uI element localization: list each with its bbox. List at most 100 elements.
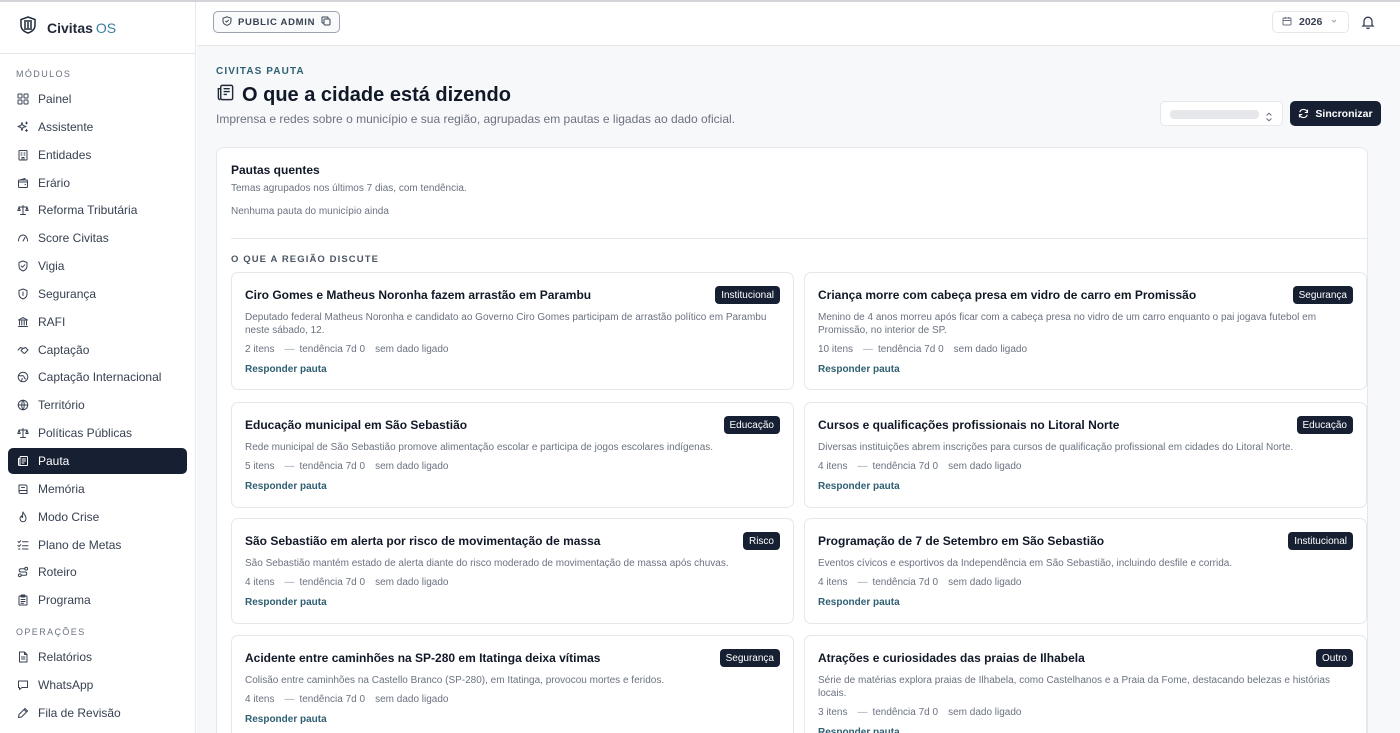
sidebar-item-relatorios[interactable]: Relatórios <box>8 644 187 670</box>
topic-card-title: Programação de 7 de Setembro em São Seba… <box>818 534 1105 548</box>
sidebar-item-seguranca[interactable]: Segurança <box>8 281 187 307</box>
route-icon <box>17 566 29 578</box>
handshake-icon <box>17 344 29 356</box>
newspaper-icon <box>17 455 29 467</box>
topic-data-link-status: sem dado ligado <box>375 344 449 355</box>
topic-card[interactable]: Programação de 7 de Setembro em São Seba… <box>804 518 1367 624</box>
topic-items-count: 4 itens <box>245 694 275 705</box>
pautas-panel: Pautas quentes Temas agrupados nos últim… <box>216 147 1368 733</box>
sidebar-item-label: Plano de Metas <box>38 537 122 552</box>
topic-category-badge: Educação <box>1296 416 1353 434</box>
flame-icon <box>17 511 29 523</box>
sync-button[interactable]: Sincronizar <box>1290 101 1381 126</box>
topic-card[interactable]: Ciro Gomes e Matheus Noronha fazem arras… <box>231 272 794 390</box>
trend-flat-icon: — <box>857 707 868 718</box>
respond-topic-link[interactable]: Responder pauta <box>818 597 900 608</box>
gauge-icon <box>17 232 29 244</box>
sidebar-item-label: Erário <box>38 175 71 190</box>
sidebar-item-programa[interactable]: Programa <box>8 587 187 613</box>
sidebar-item-label: Segurança <box>38 286 97 301</box>
year-select[interactable]: 2026 <box>1272 11 1350 33</box>
topic-card-description: Deputado federal Matheus Noronha e candi… <box>245 312 767 336</box>
sidebar-item-memoria[interactable]: Memória <box>8 476 187 502</box>
shield-icon <box>17 288 29 300</box>
sidebar-item-territorio[interactable]: Território <box>8 392 187 418</box>
topic-items-count: 2 itens <box>245 344 275 355</box>
sidebar-item-vigia[interactable]: Vigia <box>8 253 187 279</box>
sidebar-item-painel[interactable]: Painel <box>8 86 187 112</box>
page-title: O que a cidade está dizendo <box>216 83 511 107</box>
sidebar-item-label: RAFI <box>38 314 66 329</box>
sidebar-item-whatsapp[interactable]: WhatsApp <box>8 672 187 698</box>
hot-topics-title: Pautas quentes <box>231 163 320 177</box>
topic-card[interactable]: Atrações e curiosidades das praias de Il… <box>804 635 1367 733</box>
sidebar-item-roteiro[interactable]: Roteiro <box>8 559 187 585</box>
respond-topic-link[interactable]: Responder pauta <box>245 481 327 492</box>
topic-items-count: 10 itens <box>818 344 854 355</box>
filter-select-value <box>1170 110 1259 119</box>
sidebar-item-label: Modo Crise <box>38 509 100 524</box>
sidebar-item-erario[interactable]: Erário <box>8 170 187 196</box>
topic-card-meta: 5 itens — tendência 7d 0 sem dado ligado <box>245 461 448 472</box>
sidebar-item-assistente[interactable]: Assistente <box>8 114 187 140</box>
sidebar-item-reforma-tributaria[interactable]: Reforma Tributária <box>8 197 187 223</box>
topic-card-description: Diversas instituições abrem inscrições p… <box>818 442 1294 453</box>
sidebar-item-plano-de-metas[interactable]: Plano de Metas <box>8 532 187 558</box>
respond-topic-link[interactable]: Responder pauta <box>818 727 900 733</box>
respond-topic-link[interactable]: Responder pauta <box>245 597 327 608</box>
topic-card-meta: 10 itens — tendência 7d 0 sem dado ligado <box>818 344 1027 355</box>
sidebar-item-captacao[interactable]: Captação <box>8 337 187 363</box>
topbar: PUBLIC ADMIN 2026 <box>197 2 1400 46</box>
respond-topic-link[interactable]: Responder pauta <box>245 364 327 375</box>
public-admin-badge[interactable]: PUBLIC ADMIN <box>213 11 341 33</box>
topic-card-description: Série de matérias explora praias de Ilha… <box>818 675 1330 699</box>
topic-card[interactable]: Criança morre com cabeça presa em vidro … <box>804 272 1367 390</box>
topic-card-meta: 4 itens — tendência 7d 0 sem dado ligado <box>245 577 448 588</box>
topic-card[interactable]: Acidente entre caminhões na SP-280 em It… <box>231 635 794 733</box>
brand[interactable]: Civitas OS <box>0 2 195 54</box>
newspaper-icon <box>216 83 235 107</box>
trend-flat-icon: — <box>857 461 868 472</box>
globe-alt-icon <box>17 371 29 383</box>
sidebar-item-fila-de-revisao[interactable]: Fila de Revisão <box>8 700 187 726</box>
refresh-icon <box>1298 108 1315 119</box>
topic-data-link-status: sem dado ligado <box>375 577 449 588</box>
chevron-up-down-icon <box>1265 109 1273 122</box>
sidebar-item-rafi[interactable]: RAFI <box>8 309 187 335</box>
sidebar-item-label: Relatórios <box>38 650 93 665</box>
list-checks-icon <box>17 539 29 551</box>
filter-select[interactable] <box>1160 101 1283 126</box>
respond-topic-link[interactable]: Responder pauta <box>245 714 327 725</box>
topic-trend: tendência 7d 0 <box>299 461 366 472</box>
topic-card-description: Rede municipal de São Sebastião promove … <box>245 442 714 453</box>
topic-card-description: São Sebastião mantém estado de alerta di… <box>245 558 729 569</box>
topic-card-meta: 4 itens — tendência 7d 0 sem dado ligado <box>818 461 1021 472</box>
sidebar-item-entidades[interactable]: Entidades <box>8 142 187 168</box>
page-subtitle: Imprensa e redes sobre o município e sua… <box>216 112 735 126</box>
topic-card[interactable]: Cursos e qualificações profissionais no … <box>804 402 1367 508</box>
sidebar-modules-list: Painel Assistente Entidades Erário Reforma T… <box>0 86 195 613</box>
sidebar-item-label: Reforma Tributária <box>38 203 138 218</box>
hot-topics-subtitle: Temas agrupados nos últimos 7 dias, com … <box>231 183 467 194</box>
topic-card[interactable]: Educação municipal em São Sebastião Educa… <box>231 402 794 508</box>
calendar-icon <box>1282 16 1292 29</box>
hot-topics-empty-state: Nenhuma pauta do município ainda <box>231 206 389 217</box>
trend-flat-icon: — <box>284 577 295 588</box>
topic-card[interactable]: São Sebastião em alerta por risco de mov… <box>231 518 794 624</box>
topic-card-title: Educação municipal em São Sebastião <box>245 418 468 432</box>
sidebar-item-label: Entidades <box>38 147 92 162</box>
sidebar-item-modo-crise[interactable]: Modo Crise <box>8 504 187 530</box>
sidebar-item-politicas-publicas[interactable]: Políticas Públicas <box>8 420 187 446</box>
topic-trend: tendência 7d 0 <box>872 707 939 718</box>
sidebar-operations-list: Relatórios WhatsApp Fila de Revisão <box>0 644 195 726</box>
respond-topic-link[interactable]: Responder pauta <box>818 364 900 375</box>
sidebar-item-label: Fila de Revisão <box>38 705 121 720</box>
book-icon <box>17 483 29 495</box>
topic-items-count: 5 itens <box>245 461 275 472</box>
bank-icon <box>17 316 29 328</box>
respond-topic-link[interactable]: Responder pauta <box>818 481 900 492</box>
sidebar-item-captacao-internacional[interactable]: Captação Internacional <box>8 364 187 390</box>
sidebar-item-pauta[interactable]: Pauta <box>8 447 187 474</box>
sidebar-item-score-civitas[interactable]: Score Civitas <box>8 225 187 251</box>
notifications-bell-icon[interactable] <box>1360 14 1376 30</box>
